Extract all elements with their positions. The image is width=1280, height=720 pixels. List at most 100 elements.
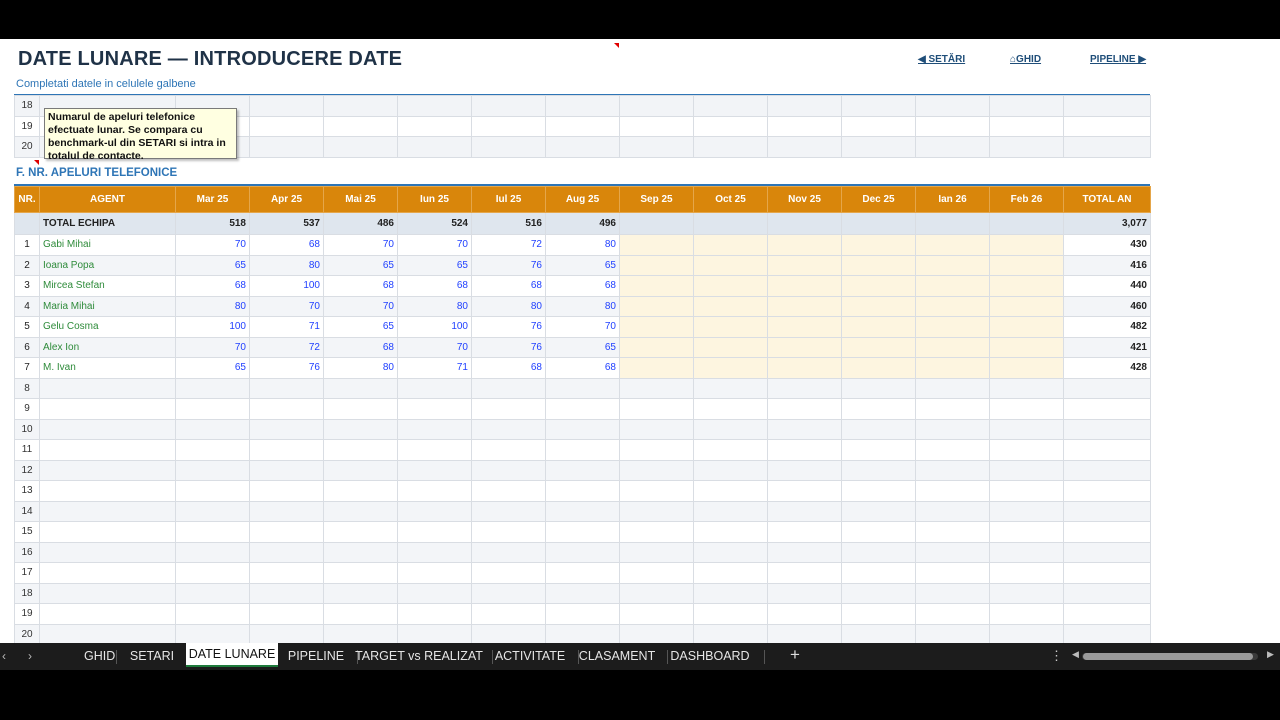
value-cell[interactable]: 68 — [471, 275, 546, 297]
cell[interactable] — [915, 603, 990, 625]
cell[interactable] — [545, 136, 620, 158]
cell[interactable] — [545, 500, 620, 522]
cell[interactable] — [545, 603, 620, 625]
cell[interactable] — [841, 459, 916, 481]
cell[interactable] — [915, 377, 990, 399]
cell[interactable] — [767, 115, 842, 137]
cell[interactable] — [249, 115, 324, 137]
cell[interactable] — [619, 541, 694, 563]
cell[interactable] — [397, 398, 472, 420]
input-cell[interactable] — [915, 357, 990, 379]
cell[interactable] — [619, 418, 694, 440]
value-cell[interactable]: 71 — [397, 357, 472, 379]
cell[interactable] — [693, 439, 768, 461]
cell[interactable] — [1063, 115, 1151, 137]
value-cell[interactable]: 76 — [471, 336, 546, 358]
total-value-cell[interactable] — [619, 212, 694, 235]
column-header[interactable]: Aug 25 — [545, 186, 620, 213]
value-cell[interactable]: 70 — [545, 316, 620, 338]
value-cell[interactable]: 76 — [471, 316, 546, 338]
total-label[interactable]: TOTAL ECHIPA — [39, 212, 176, 235]
cell[interactable] — [39, 418, 176, 440]
input-cell[interactable] — [915, 254, 990, 276]
cell[interactable] — [175, 623, 250, 643]
value-cell[interactable]: 70 — [323, 295, 398, 317]
input-cell[interactable] — [841, 295, 916, 317]
input-cell[interactable] — [693, 357, 768, 379]
cell[interactable] — [323, 521, 398, 543]
cell[interactable] — [249, 603, 324, 625]
total-value-cell[interactable] — [989, 212, 1064, 235]
cell[interactable] — [323, 562, 398, 584]
cell[interactable] — [323, 500, 398, 522]
cell[interactable] — [545, 562, 620, 584]
cell[interactable] — [767, 521, 842, 543]
value-cell[interactable]: 72 — [249, 336, 324, 358]
cell[interactable] — [619, 603, 694, 625]
cell[interactable] — [1063, 562, 1151, 584]
cell[interactable] — [397, 377, 472, 399]
grand-total-cell[interactable]: 3,077 — [1063, 212, 1151, 235]
value-cell[interactable]: 80 — [545, 295, 620, 317]
input-cell[interactable] — [693, 316, 768, 338]
input-cell[interactable] — [619, 234, 694, 256]
cell[interactable] — [693, 459, 768, 481]
sheet-tab-clasament[interactable]: CLASAMENT — [573, 643, 661, 670]
scroll-left-icon[interactable]: ◀ — [1072, 649, 1079, 660]
agent-name-cell[interactable]: Gelu Cosma — [39, 316, 176, 338]
total-value-cell[interactable]: 496 — [545, 212, 620, 235]
cell[interactable] — [397, 582, 472, 604]
column-header[interactable]: Iul 25 — [471, 186, 546, 213]
row-total-cell[interactable]: 428 — [1063, 357, 1151, 379]
cell[interactable] — [471, 136, 546, 158]
value-cell[interactable]: 65 — [323, 254, 398, 276]
scroll-right-icon[interactable]: ▶ — [1267, 649, 1274, 660]
value-cell[interactable]: 71 — [249, 316, 324, 338]
cell[interactable] — [397, 521, 472, 543]
cell[interactable] — [619, 623, 694, 643]
cell[interactable] — [39, 377, 176, 399]
cell[interactable] — [767, 398, 842, 420]
value-cell[interactable]: 68 — [545, 275, 620, 297]
cell[interactable] — [767, 459, 842, 481]
row-total-cell[interactable]: 460 — [1063, 295, 1151, 317]
cell[interactable] — [1063, 541, 1151, 563]
cell[interactable] — [915, 541, 990, 563]
cell[interactable] — [841, 582, 916, 604]
cell[interactable] — [323, 398, 398, 420]
sheet-area[interactable]: DATE LUNARE — INTRODUCERE DATE Completat… — [0, 39, 1280, 643]
cell[interactable] — [471, 623, 546, 643]
cell[interactable] — [915, 418, 990, 440]
cell[interactable] — [841, 115, 916, 137]
input-cell[interactable] — [989, 254, 1064, 276]
cell[interactable] — [39, 459, 176, 481]
cell[interactable] — [989, 603, 1064, 625]
cell[interactable] — [1063, 582, 1151, 604]
nav-ghid-link[interactable]: ⌂GHID — [1010, 54, 1041, 65]
cell[interactable] — [767, 136, 842, 158]
input-cell[interactable] — [989, 295, 1064, 317]
cell[interactable] — [39, 541, 176, 563]
column-header[interactable]: Dec 25 — [841, 186, 916, 213]
total-value-cell[interactable] — [767, 212, 842, 235]
more-vertical-icon[interactable]: ⋮ — [1050, 648, 1063, 664]
cell[interactable] — [989, 418, 1064, 440]
value-cell[interactable]: 65 — [175, 357, 250, 379]
cell[interactable] — [989, 500, 1064, 522]
cell[interactable] — [693, 521, 768, 543]
cell[interactable] — [323, 480, 398, 502]
agent-name-cell[interactable]: Mircea Stefan — [39, 275, 176, 297]
cell[interactable] — [397, 603, 472, 625]
cell[interactable] — [1063, 136, 1151, 158]
input-cell[interactable] — [989, 316, 1064, 338]
cell[interactable] — [323, 439, 398, 461]
cell[interactable] — [471, 439, 546, 461]
column-header[interactable]: Feb 26 — [989, 186, 1064, 213]
cell[interactable] — [915, 115, 990, 137]
input-cell[interactable] — [989, 275, 1064, 297]
input-cell[interactable] — [619, 254, 694, 276]
cell[interactable] — [1063, 398, 1151, 420]
input-cell[interactable] — [915, 336, 990, 358]
agent-name-cell[interactable]: M. Ivan — [39, 357, 176, 379]
cell[interactable] — [471, 480, 546, 502]
